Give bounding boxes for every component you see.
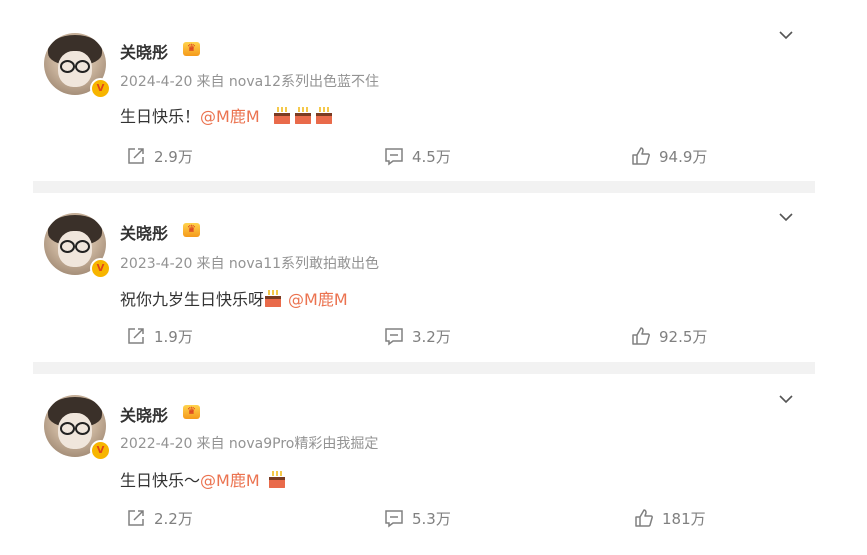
verified-badge-icon: V bbox=[90, 440, 111, 461]
post-text: 生日快乐～@M鹿M bbox=[120, 467, 286, 491]
birthday-cake-icon bbox=[272, 107, 291, 124]
vip-crown-icon: ♛ bbox=[183, 223, 200, 237]
repost-count: 2.9万 bbox=[154, 147, 193, 166]
author-name[interactable]: 关晓彤 bbox=[120, 39, 168, 63]
comment-count: 3.2万 bbox=[412, 327, 451, 346]
comment-icon bbox=[385, 510, 403, 528]
post-body: 生日快乐！ bbox=[120, 107, 201, 126]
like-button[interactable]: 94.9万 bbox=[631, 145, 707, 167]
repost-button[interactable]: 2.2万 bbox=[126, 507, 193, 529]
verified-badge-icon: V bbox=[90, 78, 111, 99]
chevron-down-icon[interactable] bbox=[778, 27, 794, 43]
post-meta: 2022-4-20 来自 nova9Pro精彩由我掘定 bbox=[120, 433, 382, 453]
repost-icon bbox=[128, 148, 144, 164]
comment-button[interactable]: 4.5万 bbox=[384, 145, 451, 167]
vip-crown-icon: ♛ bbox=[183, 42, 200, 56]
comment-button[interactable]: 5.3万 bbox=[384, 507, 451, 529]
repost-icon bbox=[128, 510, 144, 526]
post-date[interactable]: 2024-4-20 bbox=[120, 74, 192, 90]
post-text: 生日快乐！@M鹿M bbox=[120, 103, 333, 127]
feed-post: V 关晓彤 ♛ 2024-4-20 来自 nova12系列出色蓝不住 生日快乐！@… bbox=[0, 0, 867, 181]
birthday-cake-icon bbox=[314, 107, 333, 124]
post-body: 生日快乐～ bbox=[120, 471, 201, 490]
like-count: 92.5万 bbox=[659, 327, 708, 346]
post-meta: 2023-4-20 来自 nova11系列敢拍敢出色 bbox=[120, 253, 383, 273]
like-count: 181万 bbox=[662, 509, 706, 528]
post-separator bbox=[33, 362, 815, 374]
birthday-cake-icon bbox=[264, 290, 283, 307]
mention-link[interactable]: @M鹿M bbox=[200, 471, 260, 490]
post-date[interactable]: 2023-4-20 bbox=[120, 256, 192, 272]
feed-post: V 关晓彤 ♛ 2023-4-20 来自 nova11系列敢拍敢出色 祝你九岁生日… bbox=[0, 193, 867, 374]
comment-button[interactable]: 3.2万 bbox=[384, 325, 451, 347]
comment-count: 5.3万 bbox=[412, 509, 451, 528]
post-date[interactable]: 2022-4-20 bbox=[120, 436, 192, 452]
comment-icon bbox=[385, 328, 403, 346]
repost-icon bbox=[128, 328, 144, 344]
like-button[interactable]: 92.5万 bbox=[631, 325, 707, 347]
thumbs-up-icon bbox=[632, 327, 650, 345]
feed-post: V 关晓彤 ♛ 2022-4-20 来自 nova9Pro精彩由我掘定 生日快乐～… bbox=[0, 374, 867, 555]
mention-link[interactable]: @M鹿M bbox=[288, 290, 348, 309]
vip-crown-icon: ♛ bbox=[183, 405, 200, 419]
author-name[interactable]: 关晓彤 bbox=[120, 220, 168, 244]
chevron-down-icon[interactable] bbox=[778, 391, 794, 407]
repost-button[interactable]: 1.9万 bbox=[126, 325, 193, 347]
repost-count: 2.2万 bbox=[154, 509, 193, 528]
post-text: 祝你九岁生日快乐呀 @M鹿M bbox=[120, 286, 348, 310]
repost-button[interactable]: 2.9万 bbox=[126, 145, 193, 167]
post-body: 祝你九岁生日快乐呀 bbox=[120, 290, 265, 309]
thumbs-up-icon bbox=[632, 147, 650, 165]
repost-count: 1.9万 bbox=[154, 327, 193, 346]
birthday-cake-icon bbox=[293, 107, 312, 124]
author-name[interactable]: 关晓彤 bbox=[120, 402, 168, 426]
comment-count: 4.5万 bbox=[412, 147, 451, 166]
post-source: 来自 nova11系列敢拍敢出色 bbox=[196, 256, 380, 272]
birthday-cake-icon bbox=[267, 471, 286, 488]
post-meta: 2024-4-20 来自 nova12系列出色蓝不住 bbox=[120, 71, 383, 91]
chevron-down-icon[interactable] bbox=[778, 209, 794, 225]
post-separator bbox=[33, 181, 815, 193]
verified-badge-icon: V bbox=[90, 258, 111, 279]
comment-icon bbox=[385, 148, 403, 166]
like-button[interactable]: 181万 bbox=[634, 507, 706, 529]
thumbs-up-icon bbox=[635, 509, 653, 527]
like-count: 94.9万 bbox=[659, 147, 708, 166]
mention-link[interactable]: @M鹿M bbox=[200, 107, 260, 126]
post-source: 来自 nova9Pro精彩由我掘定 bbox=[196, 436, 379, 452]
post-source: 来自 nova12系列出色蓝不住 bbox=[196, 74, 380, 90]
